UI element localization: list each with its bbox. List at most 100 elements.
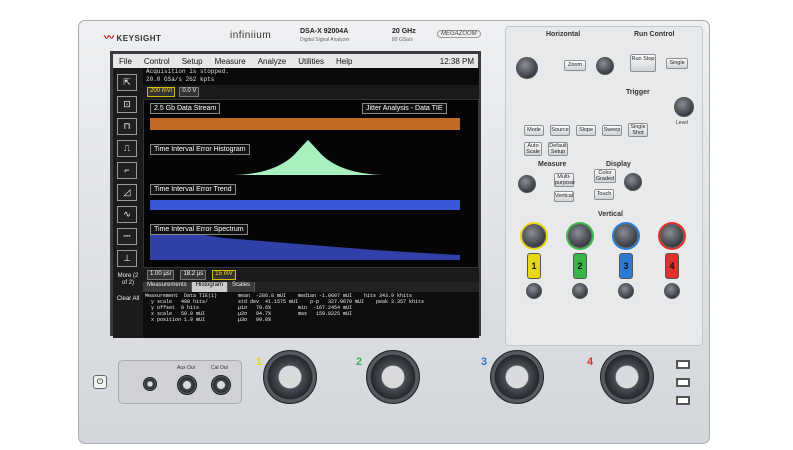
ch1-offset-knob[interactable] xyxy=(526,283,542,299)
cal-out-connector[interactable] xyxy=(211,375,231,395)
channel-toolbar: 200 mV/ 0.0 V xyxy=(143,85,479,99)
sample-rate: 80 GSa/s xyxy=(392,37,413,43)
touch-button[interactable]: Touch xyxy=(594,189,614,200)
timebase[interactable]: 1.00 µs/ xyxy=(147,270,175,280)
menu-setup[interactable]: Setup xyxy=(176,57,209,66)
model-sub: Digital Signal Analyzer xyxy=(300,37,350,43)
zoom-tool-icon[interactable]: ⊡ xyxy=(117,96,137,113)
ch2-offset-knob[interactable] xyxy=(572,283,588,299)
marker-knob[interactable] xyxy=(518,175,536,193)
brand-logo: 〰 KEYSIGHT xyxy=(104,29,161,44)
ramp-tool-icon[interactable]: ◿ xyxy=(117,184,137,201)
edge-tool-icon[interactable]: ⌐ xyxy=(117,162,137,179)
lane-spectrum: Time Interval Error Spectrum xyxy=(150,224,248,235)
intensity-knob[interactable] xyxy=(624,173,642,191)
menu-file[interactable]: File xyxy=(113,57,138,66)
menu-measure[interactable]: Measure xyxy=(209,57,252,66)
ground-connector[interactable] xyxy=(143,377,157,391)
acq-status: Acquisition is stopped. xyxy=(146,68,229,75)
measurement-table: Measurement Data TIE(1) mean -286.8 mUI … xyxy=(143,292,479,338)
run-stop-button[interactable]: Run Stop xyxy=(630,54,656,72)
trigger-source-button[interactable]: Source xyxy=(550,125,570,136)
aux-out-connector[interactable] xyxy=(177,375,197,395)
menu-analyze[interactable]: Analyze xyxy=(252,57,292,66)
sine-tool-icon[interactable]: ∿ xyxy=(117,206,137,223)
keysight-logo-icon: 〰 xyxy=(104,33,115,44)
ch1-offset[interactable]: 0.0 V xyxy=(179,87,200,97)
menu-help[interactable]: Help xyxy=(330,57,358,66)
ch1-button[interactable]: 1 xyxy=(527,253,541,279)
trigger-sweep-button[interactable]: Sweep xyxy=(602,125,622,136)
ch3-button[interactable]: 3 xyxy=(619,253,633,279)
delay[interactable]: 18.2 µs xyxy=(180,270,207,280)
default-setup-button[interactable]: Default Setup xyxy=(548,142,568,156)
step-tool-icon[interactable]: ⎓ xyxy=(117,228,137,245)
menu-bar: File Control Setup Measure Analyze Utili… xyxy=(113,54,478,68)
trigger-level-knob[interactable] xyxy=(674,97,694,117)
display-screen: File Control Setup Measure Analyze Utili… xyxy=(110,51,481,338)
ch1-input-label: 1 xyxy=(256,356,263,368)
ch2-button[interactable]: 2 xyxy=(573,253,587,279)
time-bar: 1.00 µs/ 18.2 µs 15 mV xyxy=(143,268,479,282)
menu-control[interactable]: Control xyxy=(138,57,176,66)
ch4-button[interactable]: 4 xyxy=(665,253,679,279)
ch3-input-label: 3 xyxy=(481,356,488,368)
front-control-panel: Horizontal Run Control Zoom Run Stop Sin… xyxy=(505,26,703,346)
multipurpose-button[interactable]: Multi-purpose xyxy=(554,173,575,187)
ch2-scale-knob[interactable] xyxy=(568,224,592,248)
power-button-icon[interactable]: ⏻ xyxy=(93,375,107,389)
status-area: Acquisition is stopped. 20.0 GSa/s 262 k… xyxy=(143,68,479,85)
tab-measurements[interactable]: Measurements xyxy=(143,282,192,292)
usb-port-icon[interactable] xyxy=(676,360,690,369)
menu-utilities[interactable]: Utilities xyxy=(292,57,330,66)
ch1-input-connector[interactable] xyxy=(263,350,317,404)
ch3-scale-knob[interactable] xyxy=(614,224,638,248)
ch3-offset-knob[interactable] xyxy=(618,283,634,299)
trigger-tool-icon[interactable]: ⊓ xyxy=(117,118,137,135)
lane-trend: Time Interval Error Trend xyxy=(150,184,236,195)
more-button[interactable]: More (2 of 2) xyxy=(116,273,140,287)
display-label: Display xyxy=(606,161,631,168)
auto-scale-button[interactable]: Auto Scale xyxy=(524,142,542,156)
ch1-scale[interactable]: 200 mV/ xyxy=(147,87,176,97)
ch4-offset-knob[interactable] xyxy=(664,283,680,299)
ch3-input-connector[interactable] xyxy=(490,350,544,404)
horizontal-scale-knob[interactable] xyxy=(516,57,538,79)
tab-scales[interactable]: Scales xyxy=(228,282,256,292)
marker-tool-icon[interactable]: ⊥ xyxy=(117,250,137,267)
lane-data-stream: 2.5 Gb Data Stream xyxy=(150,103,221,114)
vertical-meas-button[interactable]: Vertical xyxy=(554,191,574,202)
trigger-mode-button[interactable]: Mode xyxy=(524,125,544,136)
pulse-tool-icon[interactable]: ⎍ xyxy=(117,140,137,157)
left-toolbar: ⇱ ⊡ ⊓ ⎍ ⌐ ◿ ∿ ⎓ ⊥ More (2 of 2) Clear Al… xyxy=(113,68,143,338)
trigger-slope-button[interactable]: Slope xyxy=(576,125,596,136)
trigger-label: Trigger xyxy=(626,89,650,96)
run-control-label: Run Control xyxy=(634,31,675,38)
pointer-tool-icon[interactable]: ⇱ xyxy=(117,74,137,91)
aux-panel: Aux Out Cal Out xyxy=(118,360,242,404)
sample-info: 20.0 GSa/s 262 kpts xyxy=(146,76,215,83)
megazoom-badge: MEGAZOOM xyxy=(437,30,481,38)
trigger-level[interactable]: 15 mV xyxy=(212,270,236,280)
cal-out-label: Cal Out xyxy=(211,365,228,371)
ch4-scale-knob[interactable] xyxy=(660,224,684,248)
ch4-input-connector[interactable] xyxy=(600,350,654,404)
model-label: DSA-X 92004A Digital Signal Analyzer xyxy=(300,28,350,44)
single-button[interactable]: Single xyxy=(666,58,688,69)
color-graded-button[interactable]: Color Graded xyxy=(594,169,616,183)
usb-port-icon[interactable] xyxy=(676,396,690,405)
meas-row: x position 1.9 mUI µ3σ 99.8% xyxy=(145,317,272,323)
waveform-area[interactable]: 2.5 Gb Data Stream Jitter Analysis - Dat… xyxy=(143,99,479,268)
tab-histogram[interactable]: Histogram xyxy=(191,282,229,292)
results-tabs: Measurements Histogram Scales xyxy=(143,282,479,292)
lane-jitter: Jitter Analysis - Data TIE xyxy=(362,103,447,114)
ch2-input-connector[interactable] xyxy=(366,350,420,404)
horizontal-position-knob[interactable] xyxy=(596,57,614,75)
single-shot-button[interactable]: Single Shot xyxy=(628,123,648,137)
clear-all-button[interactable]: Clear All xyxy=(116,296,140,303)
bandwidth-label: 20 GHz 80 GSa/s xyxy=(392,28,416,44)
ch1-scale-knob[interactable] xyxy=(522,224,546,248)
model-number: DSA-X 92004A xyxy=(300,28,349,35)
usb-port-icon[interactable] xyxy=(676,378,690,387)
zoom-button[interactable]: Zoom xyxy=(564,60,586,71)
